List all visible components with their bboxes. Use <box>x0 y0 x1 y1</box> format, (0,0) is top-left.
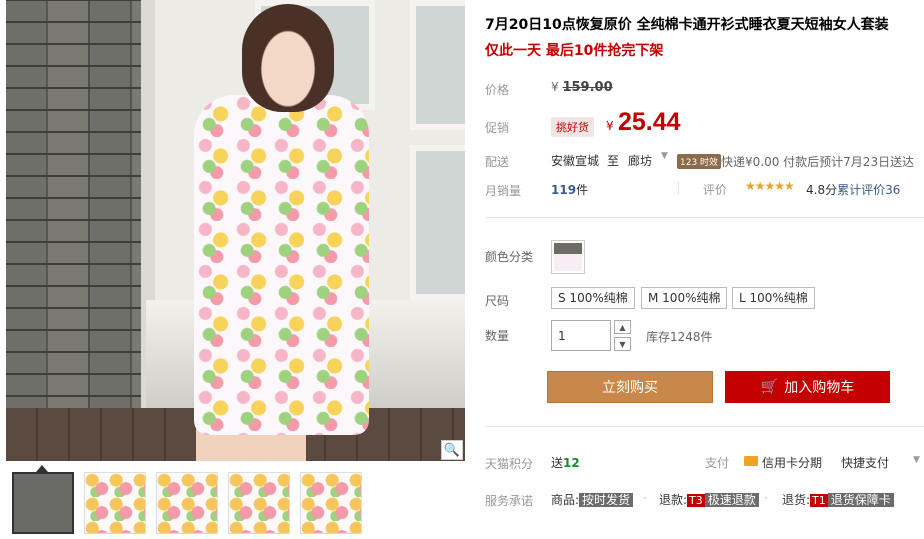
add-to-cart-button[interactable]: 🛒 加入购物车 <box>725 371 890 403</box>
color-label: 颜色分类 <box>485 250 534 264</box>
review-count[interactable]: 36 <box>885 183 900 197</box>
promo-label: 促销 <box>485 121 510 135</box>
delivery-time-badge: 123 时效 <box>677 154 722 169</box>
size-label: 尺码 <box>485 294 510 308</box>
divider <box>485 426 924 427</box>
currency-symbol: ¥ <box>551 80 559 94</box>
points-label: 天猫积分 <box>485 457 534 471</box>
service-refund-label: 退款: <box>659 493 688 507</box>
promo-price: 25.44 <box>618 108 681 136</box>
ship-from: 安徽宣城 <box>551 154 600 168</box>
ship-to-word: 至 <box>607 154 620 168</box>
points-value: 送12 <box>551 454 580 471</box>
buy-now-button[interactable]: 立刻购买 <box>547 371 713 403</box>
service-return[interactable]: 退货: T1 退货保障卡 <box>782 491 894 508</box>
window-pane <box>410 0 465 130</box>
original-price-value: 159.00 <box>562 80 613 95</box>
original-price: ¥ 159.00 <box>551 80 613 95</box>
chevron-down-icon[interactable]: ▼ <box>661 151 668 161</box>
service-refund-code: T3 <box>687 494 705 507</box>
color-option[interactable] <box>551 240 585 274</box>
price-label: 价格 <box>485 83 510 97</box>
quantity-input[interactable] <box>551 320 611 351</box>
credit-card-icon <box>744 456 758 466</box>
separator-dot: · <box>643 491 647 505</box>
add-to-cart-label: 加入购物车 <box>784 380 855 396</box>
thumbnail-1[interactable] <box>12 465 74 534</box>
service-goods-label: 商品: <box>551 493 580 507</box>
thumbnail-3[interactable] <box>156 472 218 534</box>
quantity-decrease-button[interactable]: ▼ <box>614 337 631 351</box>
stock-count: 库存1248件 <box>646 330 713 344</box>
shipping-detail: 快递¥0.00 付款后预计7月23日送达 <box>721 155 915 169</box>
rating-summary[interactable]: 4.8分累计评价36 <box>806 181 900 198</box>
points-prefix: 送 <box>551 456 564 470</box>
separator-dot: · <box>764 491 768 505</box>
sales-unit: 件 <box>576 183 589 197</box>
main-product-photo[interactable] <box>6 0 465 461</box>
promo-badge: 挑好货 <box>551 117 594 137</box>
thumbnail-2[interactable] <box>84 472 146 534</box>
service-return-tag: 退货保障卡 <box>827 493 894 507</box>
magnifier-icon[interactable]: 🔍 <box>441 440 463 460</box>
quantity-label: 数量 <box>485 329 510 343</box>
color-swatch-image <box>554 243 582 271</box>
thumbnail-strip <box>12 465 362 534</box>
rating-score: 4.8分 <box>806 183 838 197</box>
divider <box>485 217 924 218</box>
monthly-sales: 119件 <box>551 181 588 198</box>
window-pane <box>410 145 465 300</box>
chevron-down-icon[interactable]: ▼ <box>913 455 920 465</box>
cart-icon: 🛒 <box>760 379 779 395</box>
service-return-label: 退货: <box>782 493 811 507</box>
promo-currency: ¥ <box>606 119 614 133</box>
model-head <box>242 4 334 112</box>
size-option-s[interactable]: S 100%纯棉 <box>551 287 635 309</box>
product-title: 7月20日10点恢复原价 全纯棉卡通开衫式睡衣夏天短袖女人套装 <box>485 17 889 33</box>
size-option-m[interactable]: M 100%纯棉 <box>641 287 728 309</box>
ship-destination-select[interactable]: 廊坊 <box>628 152 652 169</box>
service-goods-tag: 按时发货 <box>579 493 634 507</box>
review-label: 评价 <box>703 183 728 197</box>
star-rating-icon: ★★★★★ <box>745 179 795 193</box>
model-pajama-outfit <box>194 95 369 435</box>
monthly-sales-count: 119 <box>551 183 577 197</box>
quick-pay[interactable]: 快捷支付 <box>841 454 889 471</box>
product-subtitle: 仅此一天 最后10件抢完下架 <box>485 43 664 59</box>
thumbnail-5[interactable] <box>300 472 362 534</box>
shipping-label: 配送 <box>485 155 510 169</box>
service-goods[interactable]: 商品: 按时发货 <box>551 491 634 508</box>
payment-label: 支付 <box>705 456 730 470</box>
thumbnail-4[interactable] <box>228 472 290 534</box>
service-return-code: T1 <box>810 494 828 507</box>
monthly-sales-label: 月销量 <box>485 184 522 198</box>
buy-now-label: 立刻购买 <box>602 380 658 396</box>
quantity-increase-button[interactable]: ▲ <box>614 320 631 334</box>
size-option-l[interactable]: L 100%纯棉 <box>732 287 815 309</box>
service-label: 服务承诺 <box>485 494 534 508</box>
service-refund[interactable]: 退款: T3 极速退款 <box>659 491 759 508</box>
credit-card-installment[interactable]: 信用卡分期 <box>762 454 822 471</box>
divider <box>678 181 679 195</box>
points-number: 12 <box>563 456 580 470</box>
service-refund-tag: 极速退款 <box>704 493 759 507</box>
review-count-text[interactable]: 累计评价 <box>837 183 885 197</box>
